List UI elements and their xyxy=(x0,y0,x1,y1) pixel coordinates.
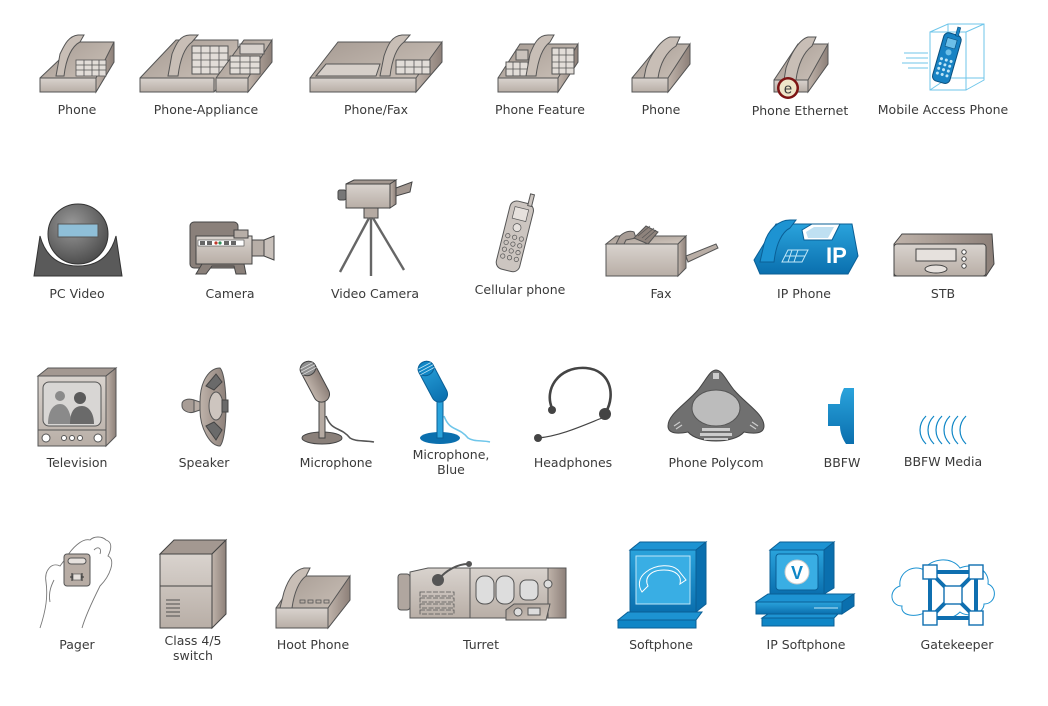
microphone-blue-icon xyxy=(417,360,491,444)
phone-fax-icon xyxy=(309,34,443,94)
pc-video-icon xyxy=(33,203,123,277)
shape-phone-appliance[interactable] xyxy=(139,32,274,94)
shape-phone-1[interactable] xyxy=(38,32,118,94)
phone-ethernet-icon: e xyxy=(773,36,829,99)
shape-fax[interactable] xyxy=(604,222,720,278)
shape-bbfw-media[interactable] xyxy=(916,414,972,446)
shape-label: BBFW Media xyxy=(903,454,983,469)
shape-headphones[interactable] xyxy=(530,364,620,444)
shape-label: Video Camera xyxy=(330,286,420,301)
shape-label: IP Phone xyxy=(777,286,831,301)
label-line: switch xyxy=(173,648,213,663)
shape-label: Phone xyxy=(57,102,97,117)
shape-label: Turret xyxy=(462,637,500,652)
shape-hoot-phone[interactable] xyxy=(274,566,352,630)
shape-label: Microphone, Blue xyxy=(413,447,490,477)
speaker-icon xyxy=(181,367,229,447)
shape-cellular-phone[interactable] xyxy=(494,190,542,274)
shape-microphone[interactable] xyxy=(296,356,376,448)
shape-label: Television xyxy=(46,455,108,470)
phone-appliance-icon xyxy=(139,34,273,94)
phone-feature-icon xyxy=(497,34,579,94)
shape-turret[interactable] xyxy=(397,561,567,632)
shape-label: BBFW xyxy=(823,455,861,470)
set-top-box-icon xyxy=(893,233,995,277)
ip-phone-icon: IP xyxy=(753,219,859,275)
label-line: Class 4/5 xyxy=(164,633,222,648)
bbfw-media-waves-icon xyxy=(919,415,967,445)
shape-microphone-blue[interactable] xyxy=(414,356,494,448)
video-camera-tripod-icon xyxy=(337,179,413,276)
shape-label: Headphones xyxy=(533,455,613,470)
svg-text:e: e xyxy=(784,81,792,98)
shape-label: Cellular phone xyxy=(474,282,566,297)
shape-label: Speaker xyxy=(178,455,230,470)
phone-handset-base-icon xyxy=(631,36,691,94)
camera-icon xyxy=(189,221,275,275)
turret-console-icon xyxy=(397,561,567,621)
shape-camera[interactable] xyxy=(186,218,276,278)
shape-label: Microphone xyxy=(299,455,373,470)
shape-phone-feature[interactable] xyxy=(496,32,580,94)
shape-television[interactable] xyxy=(36,366,118,448)
label-line: Blue xyxy=(437,462,465,477)
shape-label: Phone Feature xyxy=(495,102,585,117)
bbfw-icon xyxy=(828,388,854,444)
shape-pager[interactable] xyxy=(36,532,116,632)
shape-softphone[interactable] xyxy=(616,540,710,630)
shape-stb[interactable] xyxy=(890,232,996,278)
shape-label: Phone xyxy=(641,102,681,117)
shape-label: Phone-Appliance xyxy=(153,102,259,117)
shape-ip-phone[interactable]: IP xyxy=(752,216,860,278)
ethernet-badge-icon: e xyxy=(777,77,799,99)
shape-label: Softphone xyxy=(629,637,693,652)
shape-phone-2[interactable] xyxy=(630,34,692,94)
shape-label: Pager xyxy=(59,637,95,652)
mobile-access-phone-icon xyxy=(902,23,985,91)
shape-class-45-switch[interactable] xyxy=(158,538,230,630)
fax-icon xyxy=(604,225,719,278)
shape-label: STB xyxy=(930,286,956,301)
conference-phone-icon xyxy=(667,369,765,442)
television-icon xyxy=(36,366,118,448)
shape-gatekeeper[interactable] xyxy=(888,556,998,632)
svg-text:IP: IP xyxy=(826,243,847,268)
shape-label: Class 4/5 switch xyxy=(165,633,222,663)
gatekeeper-cloud-icon xyxy=(891,559,995,626)
shape-label: IP Softphone xyxy=(766,637,846,652)
shape-bbfw[interactable] xyxy=(824,386,858,446)
shape-pc-video[interactable] xyxy=(32,200,124,280)
headphones-icon xyxy=(534,366,612,442)
shape-ip-softphone[interactable]: V xyxy=(754,540,860,630)
pager-in-hand-icon xyxy=(39,536,113,629)
shape-label: Phone Polycom xyxy=(668,455,764,470)
cellular-phone-icon xyxy=(495,193,536,273)
shape-label: Phone/Fax xyxy=(343,102,409,117)
class-switch-tower-icon xyxy=(158,538,228,630)
svg-text:V: V xyxy=(791,563,803,583)
shape-phone-fax[interactable] xyxy=(308,32,444,94)
shape-label: Mobile Access Phone xyxy=(877,102,1009,117)
shape-label: Gatekeeper xyxy=(920,637,994,652)
shape-speaker[interactable] xyxy=(178,366,230,448)
shape-label: PC Video xyxy=(49,286,105,301)
shape-phone-polycom[interactable] xyxy=(664,368,768,448)
shape-label: Camera xyxy=(205,286,255,301)
hoot-phone-icon xyxy=(275,567,351,630)
shape-label: Fax xyxy=(650,286,672,301)
microphone-icon xyxy=(299,360,375,445)
ip-softphone-computer-icon: V xyxy=(754,540,856,627)
desk-phone-icon xyxy=(39,34,115,94)
shape-mobile-access-phone[interactable] xyxy=(902,22,988,94)
label-line: Microphone, xyxy=(412,447,490,462)
shape-phone-ethernet[interactable]: e xyxy=(768,34,830,102)
shape-label: Phone Ethernet xyxy=(751,103,849,118)
shape-video-camera[interactable] xyxy=(334,178,416,278)
softphone-computer-icon xyxy=(616,540,708,629)
shape-label: Hoot Phone xyxy=(276,637,350,652)
